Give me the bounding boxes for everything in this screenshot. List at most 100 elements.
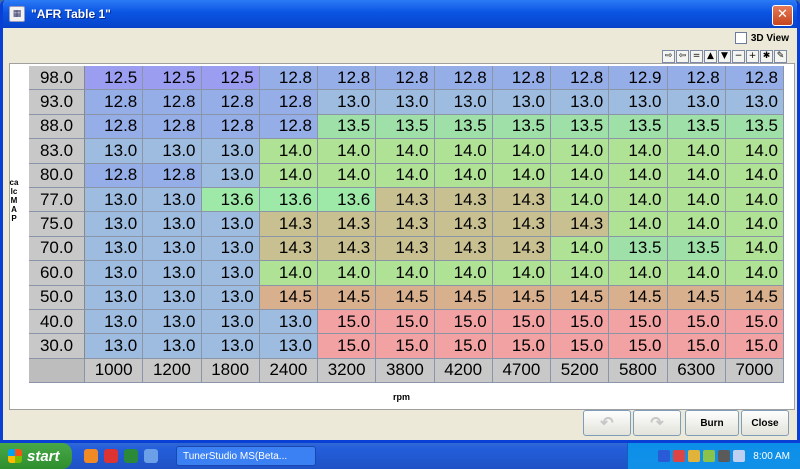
table-cell[interactable]: 15.0 — [551, 309, 610, 335]
table-cell[interactable]: 13.0 — [85, 309, 144, 335]
table-cell[interactable]: 13.5 — [434, 114, 493, 140]
table-cell[interactable]: 15.0 — [318, 309, 377, 335]
table-cell[interactable]: 14.0 — [551, 163, 610, 188]
table-cell[interactable]: 14.5 — [434, 285, 493, 310]
table-cell[interactable]: 15.0 — [376, 309, 435, 335]
table-cell[interactable]: 13.0 — [143, 309, 202, 335]
table-cell[interactable]: 13.0 — [201, 163, 260, 188]
table-cell[interactable]: 14.3 — [318, 236, 377, 262]
powerpoint-icon[interactable] — [104, 449, 118, 463]
table-cell[interactable]: 14.0 — [609, 212, 668, 237]
table-cell[interactable]: 13.0 — [201, 212, 260, 237]
table-cell[interactable]: 14.0 — [318, 163, 377, 188]
table-cell[interactable]: 13.0 — [725, 90, 784, 115]
table-cell[interactable]: 14.0 — [609, 187, 668, 213]
table-cell[interactable]: 13.0 — [143, 236, 202, 262]
table-cell[interactable]: 12.8 — [667, 66, 726, 91]
table-cell[interactable]: 14.3 — [376, 212, 435, 237]
table-cell[interactable]: 13.0 — [143, 261, 202, 286]
table-cell[interactable]: 12.8 — [85, 114, 144, 140]
table-cell[interactable]: 13.0 — [318, 90, 377, 115]
table-cell[interactable]: 13.0 — [492, 90, 551, 115]
table-cell[interactable]: 15.0 — [318, 334, 377, 359]
table-cell[interactable]: 14.0 — [259, 139, 318, 164]
table-cell[interactable]: 13.0 — [201, 334, 260, 359]
table-cell[interactable]: 14.0 — [725, 212, 784, 237]
taskbar-item-tunerstudio[interactable]: TunerStudio MS(Beta... — [176, 446, 316, 466]
table-cell[interactable]: 15.0 — [667, 334, 726, 359]
table-cell[interactable]: 12.8 — [434, 66, 493, 91]
table-cell[interactable]: 13.0 — [376, 90, 435, 115]
table-cell[interactable]: 14.0 — [318, 139, 377, 164]
table-cell[interactable]: 14.3 — [318, 212, 377, 237]
table-cell[interactable]: 12.8 — [492, 66, 551, 91]
title-bar[interactable]: ▦ "AFR Table 1" ✕ — [3, 0, 797, 28]
table-cell[interactable]: 15.0 — [434, 309, 493, 335]
table-cell[interactable]: 14.0 — [667, 212, 726, 237]
table-cell[interactable]: 14.5 — [492, 285, 551, 310]
table-cell[interactable]: 12.8 — [725, 66, 784, 91]
table-cell[interactable]: 13.5 — [609, 114, 668, 140]
start-button[interactable]: start — [0, 443, 72, 469]
table-cell[interactable]: 13.0 — [201, 236, 260, 262]
redo-button[interactable]: ↷ — [633, 410, 681, 436]
volume-icon[interactable] — [718, 450, 731, 462]
table-cell[interactable]: 12.8 — [318, 66, 377, 91]
table-cell[interactable]: 14.3 — [434, 212, 493, 237]
table-cell[interactable]: 14.3 — [376, 236, 435, 262]
table-cell[interactable]: 13.6 — [259, 187, 318, 213]
table-cell[interactable]: 12.8 — [376, 66, 435, 91]
table-tool-6-icon[interactable]: + — [746, 50, 759, 63]
table-cell[interactable]: 14.0 — [376, 261, 435, 286]
table-cell[interactable]: 14.0 — [492, 139, 551, 164]
firefox-icon[interactable] — [84, 449, 98, 463]
update-icon[interactable] — [703, 450, 716, 462]
table-cell[interactable]: 14.5 — [376, 285, 435, 310]
table-cell[interactable]: 12.8 — [85, 163, 144, 188]
table-cell[interactable]: 12.8 — [259, 66, 318, 91]
table-cell[interactable]: 13.5 — [667, 114, 726, 140]
table-cell[interactable]: 15.0 — [551, 334, 610, 359]
table-cell[interactable]: 13.5 — [667, 236, 726, 262]
table-cell[interactable]: 13.0 — [85, 187, 144, 213]
table-cell[interactable]: 13.0 — [201, 261, 260, 286]
table-cell[interactable]: 14.0 — [725, 261, 784, 286]
table-cell[interactable]: 13.0 — [85, 139, 144, 164]
table-cell[interactable]: 14.5 — [318, 285, 377, 310]
table-cell[interactable]: 13.0 — [85, 236, 144, 262]
table-cell[interactable]: 15.0 — [725, 334, 784, 359]
table-cell[interactable]: 12.8 — [143, 163, 202, 188]
table-cell[interactable]: 13.0 — [143, 187, 202, 213]
table-cell[interactable]: 13.0 — [143, 212, 202, 237]
table-tool-5-icon[interactable]: − — [732, 50, 745, 63]
table-cell[interactable]: 14.0 — [667, 261, 726, 286]
table-cell[interactable]: 13.0 — [609, 90, 668, 115]
table-cell[interactable]: 14.0 — [551, 187, 610, 213]
show-desktop-icon[interactable] — [144, 449, 158, 463]
table-cell[interactable]: 13.0 — [259, 309, 318, 335]
table-cell[interactable]: 13.0 — [259, 334, 318, 359]
table-cell[interactable]: 13.0 — [667, 90, 726, 115]
table-cell[interactable]: 13.0 — [85, 212, 144, 237]
table-cell[interactable]: 14.3 — [551, 212, 610, 237]
display-icon[interactable] — [733, 450, 746, 462]
table-cell[interactable]: 13.5 — [318, 114, 377, 140]
table-cell[interactable]: 13.0 — [551, 90, 610, 115]
table-cell[interactable]: 12.8 — [143, 114, 202, 140]
table-cell[interactable]: 14.3 — [492, 212, 551, 237]
table-cell[interactable]: 12.8 — [259, 90, 318, 115]
table-cell[interactable]: 12.8 — [201, 90, 260, 115]
table-cell[interactable]: 13.5 — [492, 114, 551, 140]
table-cell[interactable]: 12.8 — [85, 90, 144, 115]
excel-icon[interactable] — [124, 449, 138, 463]
table-cell[interactable]: 14.3 — [259, 236, 318, 262]
table-cell[interactable]: 14.0 — [376, 139, 435, 164]
table-cell[interactable]: 14.0 — [259, 163, 318, 188]
table-tool-0-icon[interactable]: ⇨ — [662, 50, 675, 63]
table-cell[interactable]: 14.0 — [434, 261, 493, 286]
table-cell[interactable]: 14.5 — [551, 285, 610, 310]
table-cell[interactable]: 13.0 — [85, 285, 144, 310]
table-cell[interactable]: 15.0 — [609, 309, 668, 335]
table-cell[interactable]: 14.0 — [609, 163, 668, 188]
table-cell[interactable]: 14.0 — [551, 236, 610, 262]
